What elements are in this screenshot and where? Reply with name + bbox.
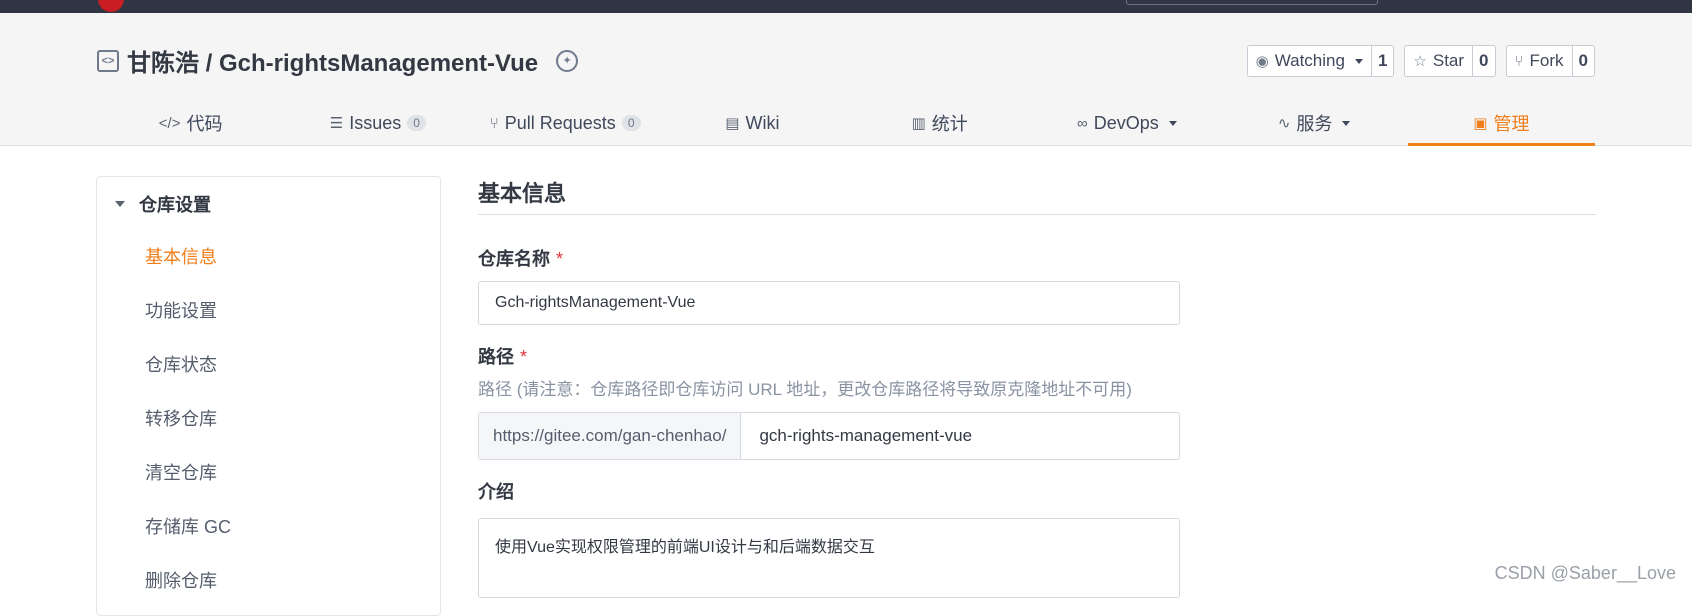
code-icon: </> [158, 114, 181, 132]
manage-icon: ▣ [1473, 115, 1488, 132]
tab-label: Pull Requests [504, 112, 616, 133]
required-mark: * [520, 347, 528, 367]
book-icon: ▤ [725, 115, 740, 132]
tab-manage[interactable]: ▣ 管理 [1407, 101, 1596, 146]
repo-name-label: 仓库名称 * [478, 245, 1596, 271]
chevron-down-icon [1354, 58, 1363, 64]
repo-actions: ◉ Watching 1 ☆ Star 0 ⑂ Fork 0 [1246, 45, 1595, 77]
intro-textarea[interactable]: 使用Vue实现权限管理的前端UI设计与和后端数据交互 [478, 518, 1180, 598]
top-navbar [0, 0, 1692, 13]
path-label-text: 路径 [478, 347, 514, 367]
repo-tabs: </> 代码 ☰ Issues 0 ⑂ Pull Requests 0 ▤ Wi… [97, 101, 1596, 146]
path-prefix: https://gitee.com/gan-chenhao/ [479, 413, 742, 459]
tab-statistics[interactable]: ▥ 统计 [846, 101, 1033, 145]
pulse-icon: ∿ [1277, 115, 1291, 132]
tab-services[interactable]: ∿ 服务 [1221, 101, 1408, 145]
watch-button[interactable]: ◉ Watching 1 [1246, 45, 1395, 77]
fork-label: Fork [1529, 51, 1564, 70]
tab-label: Issues [349, 112, 402, 133]
global-search-input[interactable] [1126, 0, 1378, 5]
repo-code-icon: <> [97, 49, 119, 72]
sidebar-group-header[interactable]: 仓库设置 [115, 191, 211, 217]
path-label: 路径 * [478, 343, 1596, 369]
fork-icon: ⑂ [1514, 52, 1524, 70]
sidebar-item-feature-settings[interactable]: 功能设置 [145, 283, 231, 337]
star-label: Star [1432, 51, 1465, 70]
chevron-down-icon [1342, 120, 1351, 126]
intro-label-text: 介绍 [478, 482, 514, 502]
sidebar-item-delete-repo[interactable]: 删除仓库 [145, 553, 231, 607]
repo-name-label-text: 仓库名称 [478, 249, 550, 269]
repo-name-input[interactable]: Gch-rightsManagement-Vue [478, 281, 1180, 325]
fork-button[interactable]: ⑂ Fork 0 [1505, 45, 1595, 77]
tab-issues[interactable]: ☰ Issues 0 [284, 101, 471, 145]
sidebar-menu: 基本信息 功能设置 仓库状态 转移仓库 清空仓库 存储库 GC 删除仓库 [145, 229, 231, 607]
pull-request-icon: ⑂ [489, 114, 499, 132]
sidebar-item-repo-gc[interactable]: 存储库 GC [145, 499, 231, 553]
issues-icon: ☰ [329, 115, 344, 132]
tab-label: 代码 [186, 114, 223, 134]
settings-form: 基本信息 仓库名称 * Gch-rightsManagement-Vue 路径 … [478, 176, 1596, 598]
required-mark: * [556, 249, 564, 269]
watermark: CSDN @Saber__Love [1494, 563, 1676, 583]
sidebar-item-repo-status[interactable]: 仓库状态 [145, 337, 231, 391]
tab-label: 服务 [1296, 114, 1333, 134]
chevron-down-icon [1168, 120, 1177, 126]
path-input-group: https://gitee.com/gan-chenhao/ gch-right… [478, 412, 1180, 460]
section-title: 基本信息 [478, 176, 1596, 215]
tab-code[interactable]: </> 代码 [97, 101, 284, 145]
repo-title-row: <> 甘陈浩 / Gch-rightsManagement-Vue ✦ [97, 43, 579, 78]
repo-title[interactable]: 甘陈浩 / Gch-rightsManagement-Vue [127, 43, 538, 78]
intro-label: 介绍 [478, 478, 1596, 504]
sidebar-group-label: 仓库设置 [139, 195, 211, 215]
sidebar-item-basic-info[interactable]: 基本信息 [145, 229, 231, 283]
settings-sidebar: 仓库设置 基本信息 功能设置 仓库状态 转移仓库 清空仓库 存储库 GC 删除仓… [96, 176, 441, 616]
infinity-icon: ∞ [1077, 114, 1088, 132]
tab-label: Wiki [745, 112, 780, 133]
watch-label: Watching [1274, 51, 1345, 70]
sidebar-item-clear-repo[interactable]: 清空仓库 [145, 445, 231, 499]
caret-down-icon [115, 201, 125, 207]
tab-label: DevOps [1093, 112, 1159, 133]
sidebar-item-transfer-repo[interactable]: 转移仓库 [145, 391, 231, 445]
tab-label: 统计 [931, 114, 968, 134]
bar-chart-icon: ▥ [911, 115, 926, 132]
watch-count[interactable]: 1 [1370, 46, 1393, 76]
pull-requests-count-badge: 0 [621, 115, 641, 131]
star-icon: ☆ [1413, 53, 1427, 70]
repo-header: <> 甘陈浩 / Gch-rightsManagement-Vue ✦ ◉ Wat… [0, 13, 1692, 146]
star-button[interactable]: ☆ Star 0 [1404, 45, 1496, 77]
fork-count[interactable]: 0 [1571, 46, 1594, 76]
star-count[interactable]: 0 [1472, 46, 1494, 76]
path-input[interactable]: gch-rights-management-vue [741, 413, 990, 459]
path-hint: 路径 (请注意：仓库路径即仓库访问 URL 地址，更改仓库路径将导致原克隆地址不… [478, 380, 1132, 399]
gitee-logo[interactable] [98, 0, 124, 12]
tab-pull-requests[interactable]: ⑂ Pull Requests 0 [472, 101, 659, 145]
tab-label: 管理 [1493, 114, 1530, 134]
award-badge-icon[interactable]: ✦ [556, 49, 579, 72]
eye-icon: ◉ [1255, 53, 1269, 70]
tab-devops[interactable]: ∞ DevOps [1033, 101, 1220, 145]
issues-count-badge: 0 [407, 115, 426, 131]
tab-wiki[interactable]: ▤ Wiki [659, 101, 846, 145]
